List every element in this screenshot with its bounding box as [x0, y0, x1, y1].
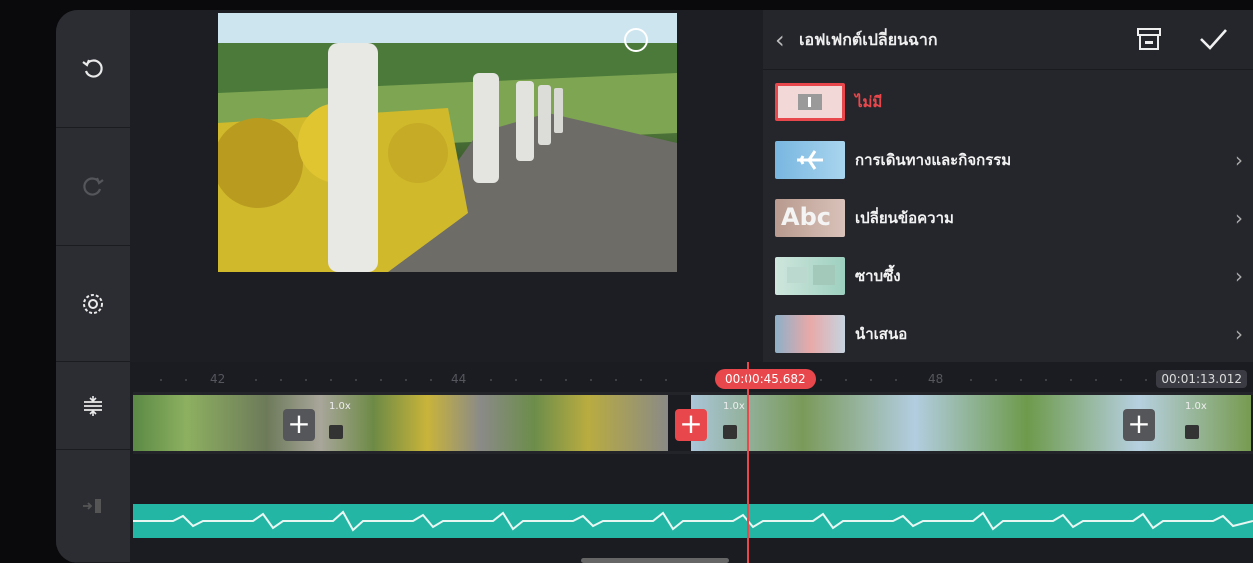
transition-item-label: นำเสนอ — [855, 325, 908, 343]
none-thumb — [775, 83, 845, 121]
split-button[interactable] — [56, 362, 130, 450]
airplane-icon — [797, 150, 823, 170]
playhead[interactable] — [747, 362, 749, 563]
scroll-indicator — [581, 558, 729, 563]
transition-item-label: การเดินทางและกิจกรรม — [855, 151, 1012, 169]
redo-button[interactable] — [56, 128, 130, 246]
track-icon — [83, 499, 101, 513]
clip-speed-badge: 1.0x — [723, 401, 745, 412]
transition-item-label: ซาบซึ้ง — [855, 267, 901, 285]
timeline: 42 44 48 00:00:45.682 00:01:13.012 + + +… — [56, 362, 1253, 563]
split-icon — [84, 395, 102, 416]
video-clip[interactable] — [691, 395, 1251, 451]
travel-thumb — [775, 141, 845, 179]
audio-track[interactable] — [133, 504, 1253, 538]
clip-speed-badge: 1.0x — [1185, 401, 1207, 412]
ruler-label: 42 — [210, 372, 226, 386]
chevron-right-icon: › — [1235, 322, 1243, 346]
back-button[interactable]: ‹ — [775, 28, 793, 52]
store-icon — [1137, 28, 1161, 50]
settings-button[interactable] — [56, 246, 130, 362]
chevron-right-icon: › — [1235, 148, 1243, 172]
editor-frame: ‹ เอฟเฟกต์เปลี่ยนฉาก ไม่มี การเดินทางและ… — [56, 10, 1253, 563]
undo-button[interactable] — [56, 10, 130, 128]
mute-icon[interactable] — [329, 425, 343, 439]
video-frame-image — [218, 13, 677, 272]
transition-item-label: เปลี่ยนข้อความ — [855, 209, 954, 227]
app-window: ‹ เอฟเฟกต์เปลี่ยนฉาก ไม่มี การเดินทางและ… — [0, 0, 1253, 563]
transition-none[interactable]: ไม่มี — [763, 72, 1253, 130]
preview-area — [130, 10, 763, 362]
panel-title: เอฟเฟกต์เปลี่ยนฉาก — [799, 30, 938, 49]
abc-thumb-text: Abc — [781, 203, 831, 231]
transition-item-label: ไม่มี — [855, 93, 883, 111]
current-time-badge: 00:00:45.682 — [715, 369, 816, 389]
emotional-thumb — [775, 257, 845, 295]
text-thumb: Abc — [775, 199, 845, 237]
ruler-label: 48 — [928, 372, 944, 386]
confirm-button[interactable] — [1198, 26, 1228, 56]
clip-speed-badge: 1.0x — [329, 401, 351, 412]
mute-icon[interactable] — [1185, 425, 1199, 439]
video-preview[interactable] — [218, 13, 677, 272]
add-transition-button[interactable]: + — [283, 409, 315, 441]
transition-category-emotional[interactable]: ซาบซึ้ง › — [763, 246, 1253, 304]
transition-category-present[interactable]: นำเสนอ › — [763, 304, 1253, 362]
chevron-left-icon: ‹ — [775, 26, 785, 54]
panel-header: ‹ เอฟเฟกต์เปลี่ยนฉาก — [763, 10, 1253, 70]
chevron-right-icon: › — [1235, 264, 1243, 288]
selected-transition-button[interactable]: + — [675, 409, 707, 441]
video-track: + + + 1.0x 1.0x 1.0x — [133, 392, 1253, 454]
transition-category-text[interactable]: Abc เปลี่ยนข้อความ › — [763, 188, 1253, 246]
chevron-right-icon: › — [1235, 206, 1243, 230]
track-button[interactable] — [56, 450, 130, 563]
audio-waveform — [133, 510, 1253, 532]
ruler-label: 44 — [451, 372, 467, 386]
timeline-ruler[interactable]: 42 44 48 00:00:45.682 00:01:13.012 — [130, 362, 1253, 392]
redo-icon — [83, 176, 104, 196]
total-time-badge: 00:01:13.012 — [1156, 370, 1247, 388]
transition-panel: ‹ เอฟเฟกต์เปลี่ยนฉาก ไม่มี การเดินทางและ… — [763, 10, 1253, 362]
transition-category-travel[interactable]: การเดินทางและกิจกรรม › — [763, 130, 1253, 188]
mute-icon[interactable] — [723, 425, 737, 439]
settings-icon — [83, 293, 103, 314]
store-button[interactable] — [1135, 26, 1163, 56]
check-icon — [1200, 29, 1227, 50]
add-transition-button[interactable]: + — [1123, 409, 1155, 441]
present-thumb — [775, 315, 845, 353]
undo-icon — [82, 58, 103, 78]
video-clip[interactable] — [133, 395, 668, 451]
timeline-tools — [56, 362, 130, 563]
